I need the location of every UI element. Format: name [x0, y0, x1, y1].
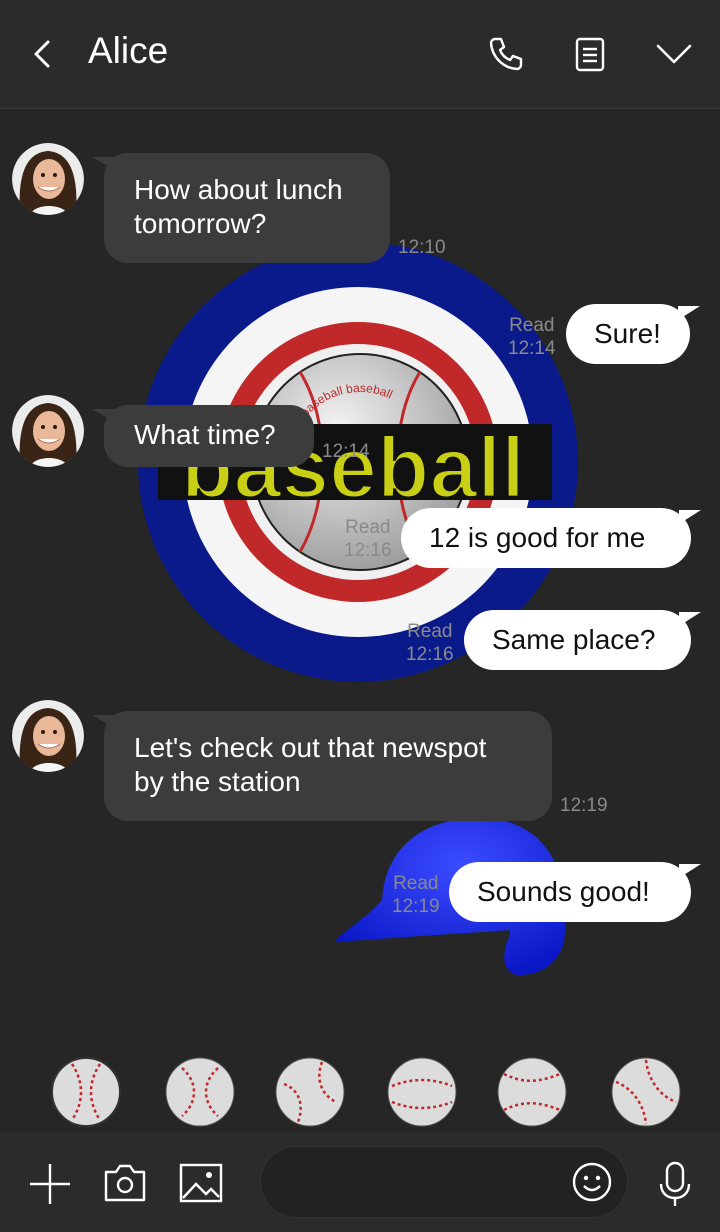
- message-text: 12 is good for me: [429, 522, 646, 553]
- baseball-sticker[interactable]: [386, 1056, 458, 1128]
- notes-icon[interactable]: [570, 34, 610, 74]
- message-text: Same place?: [492, 624, 656, 655]
- message-bubble-incoming[interactable]: What time?: [92, 405, 314, 467]
- chevron-down-icon[interactable]: [654, 34, 694, 74]
- camera-icon[interactable]: [102, 1162, 148, 1204]
- message-text: What time?: [134, 419, 276, 450]
- avatar-image: [12, 700, 84, 772]
- input-bar: [0, 1132, 720, 1232]
- emoji-icon[interactable]: [571, 1161, 613, 1203]
- avatar-alice[interactable]: [12, 395, 84, 467]
- avatar-image: [12, 143, 84, 215]
- message-text: by the station: [134, 766, 301, 797]
- message-text: tomorrow?: [134, 208, 267, 239]
- sticker-bar: [0, 1048, 720, 1132]
- message-time: 12:10: [398, 237, 446, 258]
- chat-header: Alice: [0, 0, 720, 109]
- image-icon[interactable]: [178, 1162, 224, 1204]
- message-time: 12:19: [560, 795, 608, 816]
- baseball-sticker[interactable]: [496, 1056, 568, 1128]
- baseball-sticker[interactable]: [610, 1056, 682, 1128]
- message-text: How about lunch: [134, 174, 343, 205]
- message-read-status: Read 12:14: [508, 315, 556, 359]
- avatar-image: [12, 395, 84, 467]
- message-bubble-incoming[interactable]: How about lunch tomorrow?: [92, 153, 390, 263]
- message-time: 12:14: [322, 441, 370, 462]
- message-read-status: Read 12:16: [344, 517, 392, 561]
- message-read-status: Read 12:19: [392, 873, 440, 917]
- message-bubble-outgoing[interactable]: Sure!: [566, 304, 700, 364]
- avatar-alice[interactable]: [12, 143, 84, 215]
- avatar-alice[interactable]: [12, 700, 84, 772]
- chat-title: Alice: [88, 30, 169, 71]
- message-bubble-outgoing[interactable]: Same place?: [464, 610, 701, 670]
- phone-icon[interactable]: [486, 34, 526, 74]
- message-text: Let's check out that newspot: [134, 732, 487, 763]
- message-read-status: Read 12:16: [406, 621, 454, 665]
- plus-icon[interactable]: [28, 1162, 72, 1206]
- message-input[interactable]: [260, 1146, 628, 1218]
- baseball-sticker[interactable]: [164, 1056, 236, 1128]
- microphone-icon[interactable]: [656, 1160, 694, 1208]
- message-bubble-outgoing[interactable]: Sounds good!: [449, 862, 701, 922]
- baseball-sticker[interactable]: [274, 1056, 346, 1128]
- message-text: Sure!: [594, 318, 661, 349]
- baseball-sticker[interactable]: [50, 1056, 122, 1128]
- back-icon[interactable]: [28, 36, 58, 72]
- message-bubble-incoming[interactable]: Let's check out that newspot by the stat…: [92, 711, 552, 821]
- message-bubble-outgoing[interactable]: 12 is good for me: [401, 508, 701, 568]
- message-text: Sounds good!: [477, 876, 650, 907]
